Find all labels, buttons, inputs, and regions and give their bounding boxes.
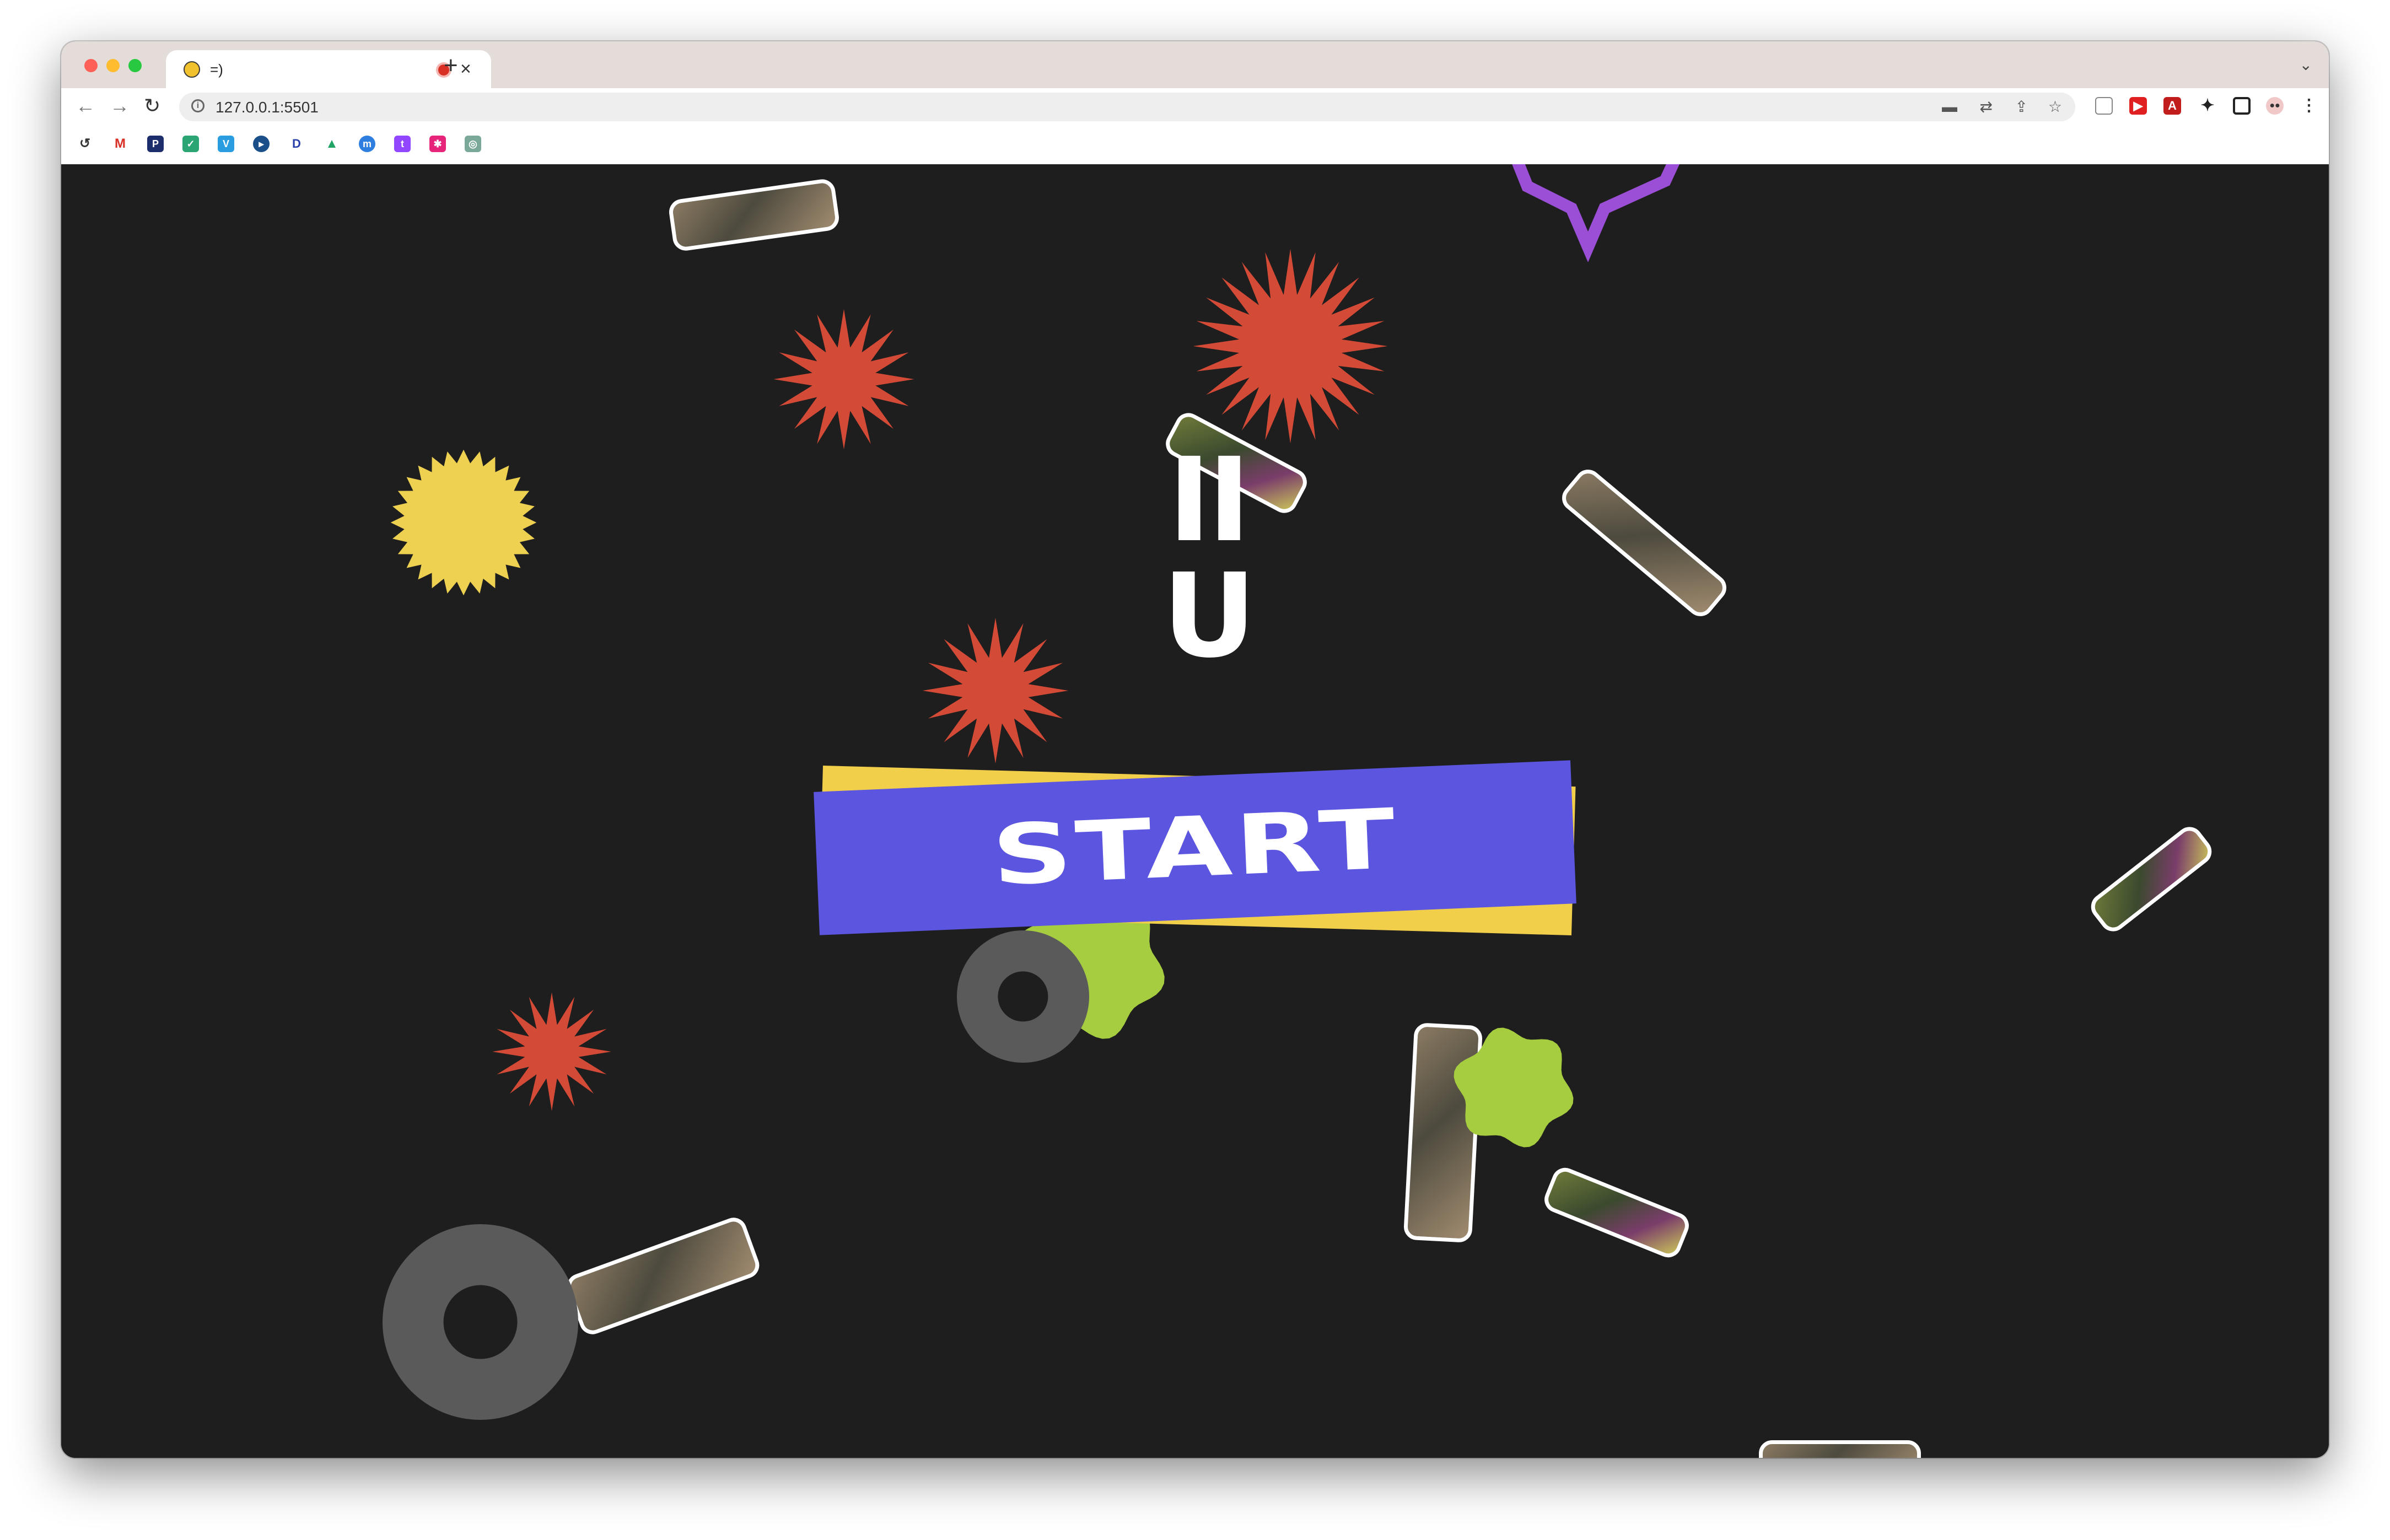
check-bookmark-icon[interactable]: ✓ [182,136,199,152]
chatgpt-bookmark-icon[interactable]: ◎ [465,136,481,152]
bookmark-star-icon[interactable]: ☆ [2048,98,2062,116]
person-cutout-lying-2-icon [1540,1164,1693,1262]
vimeo-bookmark-icon[interactable]: V [218,136,234,152]
history-icon[interactable]: ↺ [77,136,93,152]
address-bar[interactable]: i 127.0.0.1:5501 ▬ ⇄ ⇪ ☆ [179,93,2075,121]
person-cutout-lying-icon [667,177,841,252]
smiley-favicon-icon [184,61,200,78]
person-cutout-leaning-icon [563,1214,763,1338]
minimize-window-button[interactable] [106,59,120,72]
tab-title: =) [210,61,223,78]
tab-search-chevron-icon[interactable]: ⌄ [2300,56,2312,74]
disney-bookmark-icon[interactable]: D [288,136,305,152]
translate-icon[interactable]: ⇄ [1980,98,1993,116]
red-starburst-icon [773,309,914,450]
play-bookmark-icon[interactable]: ▸ [253,136,270,152]
twitch-bookmark-icon[interactable]: t [394,136,411,152]
close-tab-button[interactable]: × [460,58,471,80]
pink-app-bookmark-icon[interactable]: ✱ [429,136,446,152]
gmail-bookmark-icon[interactable]: M [112,136,128,152]
google-drive-bookmark-icon[interactable]: ▲ [324,136,340,152]
start-button-label: START [990,791,1400,904]
messenger-bookmark-icon[interactable]: m [359,136,375,152]
red-starburst-mid-icon [922,617,1069,764]
tab-strip: =) × + ⌄ [61,41,2329,88]
youtube-extension-icon[interactable]: ▶ [2129,97,2147,115]
profile-avatar[interactable]: ●● [2266,97,2284,115]
heading-line-2: U [1162,548,1257,683]
url-text[interactable]: 127.0.0.1:5501 [216,99,319,116]
person-cutout-partial-icon [1759,1440,1921,1458]
browser-tab[interactable]: =) × [166,50,491,88]
person-cutout-tumbling-icon [1557,464,1732,622]
bookmarks-bar: ↺ M P ✓ V ▸ D ▲ m t ✱ ◎ [61,125,2329,165]
reload-icon[interactable]: ↻ [144,94,160,118]
green-blob-small-icon [1454,1027,1574,1148]
red-starburst-large-icon [1193,249,1388,444]
yellow-starburst-icon [390,449,537,596]
gray-donut-large-icon [383,1224,578,1420]
share-icon[interactable]: ⇪ [2015,98,2028,116]
new-tab-button[interactable]: + [444,53,458,78]
gray-donut-icon [957,930,1089,1063]
cast-icon[interactable] [2095,97,2113,115]
extensions-puzzle-icon[interactable]: ✦ [2199,97,2216,115]
forward-arrow-icon[interactable]: → [110,94,130,118]
pr-bookmark-icon[interactable]: P [147,136,164,152]
back-arrow-icon[interactable]: ← [76,94,95,118]
camera-icon[interactable]: ▬ [1942,98,1957,116]
purple-starburst-icon [1512,164,1680,262]
heading-line-1: II [1167,433,1251,568]
menu-kebab-icon[interactable]: ⋮ [2300,97,2318,115]
page-canvas: II U START [61,164,2329,1458]
browser-window: =) × + ⌄ ← → ↻ i 127.0.0.1:5501 ▬ ⇄ ⇪ ☆ … [61,41,2329,1458]
person-cutout-small-icon [2086,821,2217,937]
side-panel-icon[interactable] [2233,97,2251,115]
browser-toolbar: ← → ↻ i 127.0.0.1:5501 ▬ ⇄ ⇪ ☆ ▶ A ✦ ●● … [61,88,2329,125]
maximize-window-button[interactable] [128,59,142,72]
site-info-icon[interactable]: i [191,99,204,112]
red-starburst-small-icon [492,992,611,1111]
close-window-button[interactable] [84,59,98,72]
page-heading: II U [1136,443,1279,674]
pdf-extension-icon[interactable]: A [2163,97,2181,115]
